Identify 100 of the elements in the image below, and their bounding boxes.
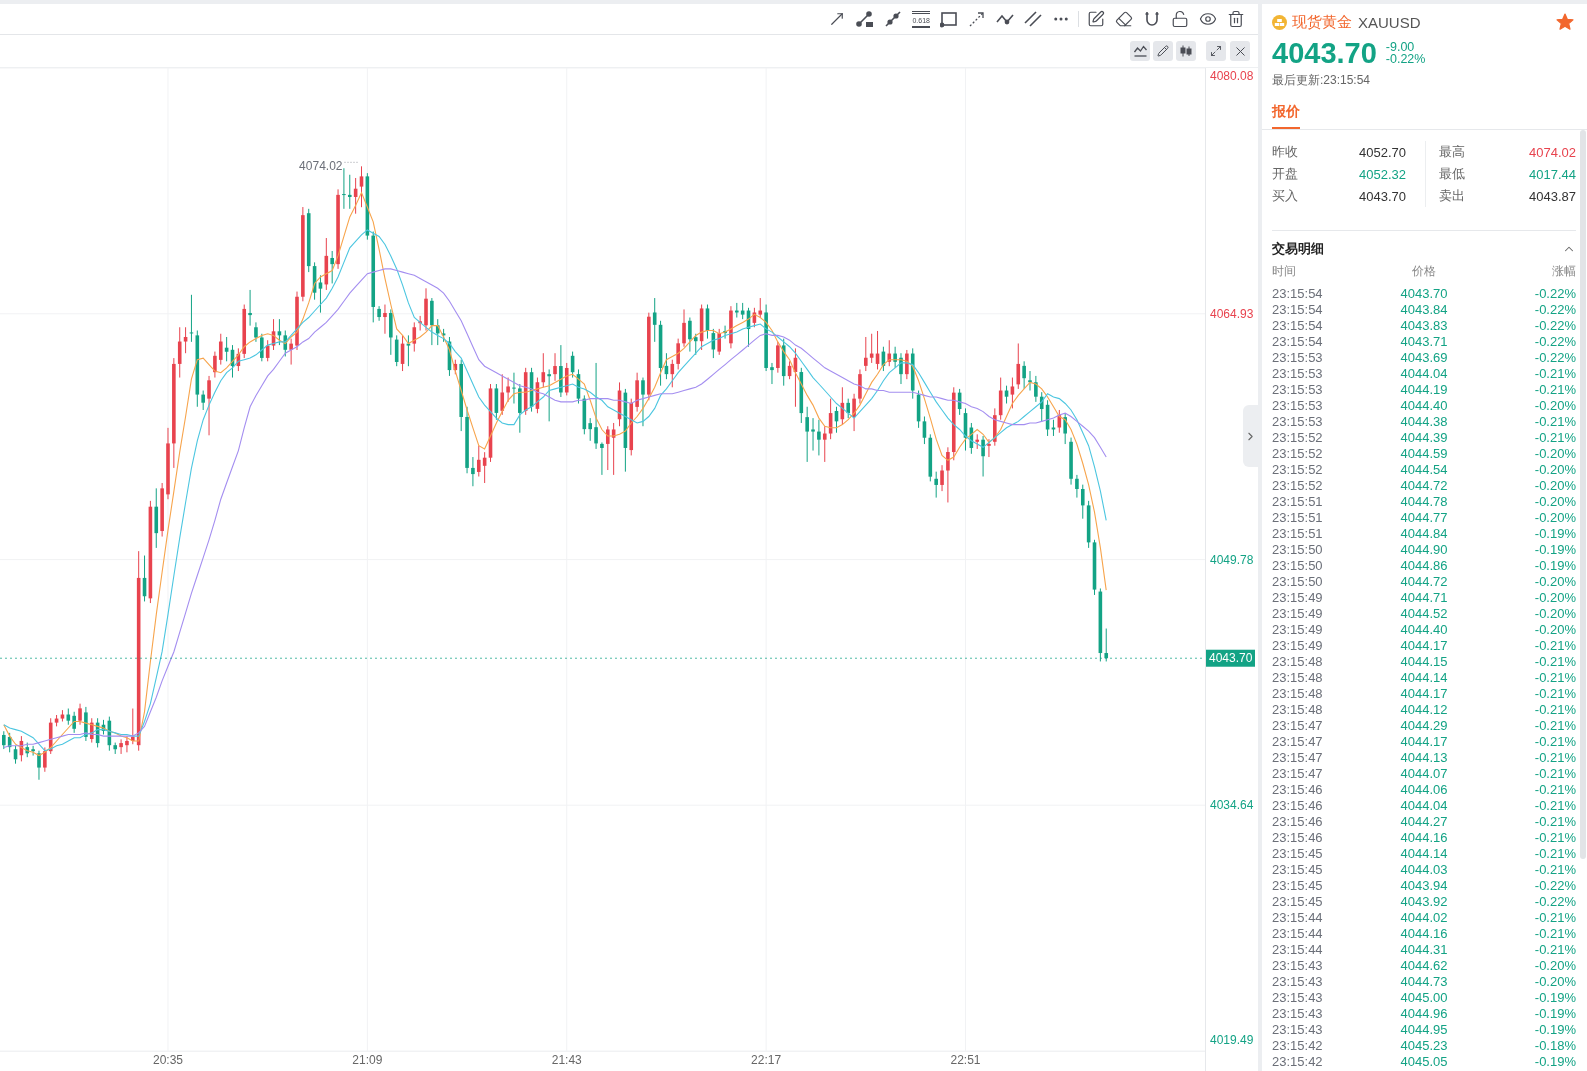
axis-label: 22:17 [751, 1053, 782, 1067]
scrollbar[interactable] [1580, 130, 1586, 859]
trade-change: -0.22% [1534, 878, 1576, 894]
star-icon[interactable] [1556, 13, 1574, 31]
trade-change: -0.19% [1534, 1054, 1576, 1070]
section-title: 交易明细 [1272, 240, 1324, 258]
trade-time: 23:15:45 [1272, 878, 1323, 894]
trade-time: 23:15:47 [1272, 734, 1323, 750]
expand-button[interactable] [1206, 41, 1226, 61]
stat-label: 卖出 [1439, 187, 1465, 205]
trade-time: 23:15:43 [1272, 1006, 1323, 1022]
magnet-icon[interactable] [1143, 10, 1161, 28]
rectangle-icon[interactable] [940, 10, 958, 28]
line-icon[interactable] [884, 10, 903, 28]
draw-button[interactable] [1153, 41, 1173, 61]
trade-change: -0.21% [1534, 910, 1576, 926]
trade-price: 4044.77 [1400, 510, 1448, 526]
trade-time: 23:15:46 [1272, 782, 1323, 798]
stat-value: 4052.70 [1359, 144, 1406, 160]
candlestick [37, 750, 41, 781]
trade-time: 23:15:43 [1272, 974, 1323, 990]
trade-time: 23:15:48 [1272, 702, 1323, 718]
stat-value: 4043.70 [1359, 188, 1406, 204]
unlock-icon[interactable] [1171, 10, 1189, 28]
last-update-time: 最后更新:23:15:54 [1272, 72, 1372, 88]
trade-price: 4044.95 [1400, 1022, 1448, 1038]
trade-time: 23:15:44 [1272, 942, 1323, 958]
expand-icon [1210, 45, 1222, 57]
indicator-button[interactable] [1130, 41, 1150, 61]
trade-price: 4044.06 [1400, 782, 1448, 798]
trade-time: 23:15:45 [1272, 862, 1323, 878]
trade-time: 23:15:46 [1272, 814, 1323, 830]
candlestick [424, 287, 428, 331]
trade-price: 4044.71 [1400, 590, 1448, 606]
candlestick [682, 308, 686, 348]
trade-price: 4044.39 [1400, 430, 1448, 446]
trade-price: 4044.84 [1400, 526, 1448, 542]
dashed-arrow-icon[interactable] [968, 10, 986, 28]
trade-price: 4044.14 [1400, 670, 1448, 686]
trade-change: -0.20% [1534, 958, 1576, 974]
trade-time: 23:15:43 [1272, 1022, 1323, 1038]
trade-change: -0.21% [1534, 750, 1576, 766]
trade-change: -0.21% [1534, 926, 1576, 942]
stat-label: 最高 [1439, 143, 1465, 161]
trade-change: -0.21% [1534, 862, 1576, 878]
stat-value: 4043.87 [1529, 188, 1576, 204]
trade-change: -0.22% [1534, 894, 1576, 910]
trade-price: 4044.14 [1400, 846, 1448, 862]
trade-time: 23:15:49 [1272, 590, 1323, 606]
trade-price: 4043.71 [1400, 334, 1448, 350]
close-button[interactable] [1230, 41, 1250, 61]
coin-icon [1272, 14, 1287, 30]
trade-time: 23:15:49 [1272, 606, 1323, 622]
trade-time: 23:15:54 [1272, 302, 1323, 318]
trade-time: 23:15:50 [1272, 574, 1323, 590]
eraser-icon[interactable] [1115, 10, 1133, 28]
trade-price: 4044.12 [1400, 702, 1448, 718]
candlestick [207, 375, 211, 436]
trade-price: 4044.04 [1400, 366, 1448, 382]
candles-button[interactable] [1176, 41, 1196, 61]
trade-time: 23:15:42 [1272, 1054, 1323, 1070]
trade-price: 4045.05 [1400, 1054, 1448, 1070]
axis-label: 22:51 [950, 1053, 981, 1067]
candlestick [295, 291, 299, 351]
trash-icon[interactable] [1227, 10, 1245, 28]
trade-price: 4044.73 [1400, 974, 1448, 990]
trade-change: -0.19% [1534, 1022, 1576, 1038]
candlestick [119, 738, 123, 755]
percent-change: -0.22% [1385, 53, 1426, 65]
column-header: 价格 [1412, 262, 1436, 280]
eye-icon[interactable] [1199, 10, 1217, 28]
trade-price: 4044.02 [1400, 910, 1448, 926]
candlestick [383, 304, 387, 335]
column-header: 时间 [1272, 262, 1296, 280]
pencil-icon [1157, 45, 1169, 57]
axis-label: 21:43 [551, 1053, 582, 1067]
parallel-lines-icon[interactable] [1024, 10, 1042, 28]
edit-icon[interactable] [1087, 10, 1105, 28]
trade-price: 4044.86 [1400, 558, 1448, 574]
trade-time: 23:15:45 [1272, 894, 1323, 910]
trade-price: 4044.96 [1400, 1006, 1448, 1022]
last-price: 4043.70 [1272, 36, 1377, 70]
segment-icon[interactable] [856, 10, 875, 28]
candlestick [852, 393, 856, 432]
trade-time: 23:15:44 [1272, 910, 1323, 926]
trade-change: -0.20% [1534, 590, 1576, 606]
trade-price: 4044.17 [1400, 734, 1448, 750]
trade-time: 23:15:46 [1272, 830, 1323, 846]
trade-price: 4044.31 [1400, 942, 1448, 958]
trade-change: -0.21% [1534, 430, 1576, 446]
axis-label: 21:09 [352, 1053, 383, 1067]
candlestick [600, 441, 604, 476]
candlestick [641, 377, 645, 427]
candlestick [512, 372, 516, 404]
trade-price: 4043.92 [1400, 894, 1448, 910]
trade-price: 4043.69 [1400, 350, 1448, 366]
trade-price: 4044.40 [1400, 622, 1448, 638]
candlestick [899, 352, 903, 385]
trade-change: -0.21% [1534, 782, 1576, 798]
trade-time: 23:15:52 [1272, 446, 1323, 462]
